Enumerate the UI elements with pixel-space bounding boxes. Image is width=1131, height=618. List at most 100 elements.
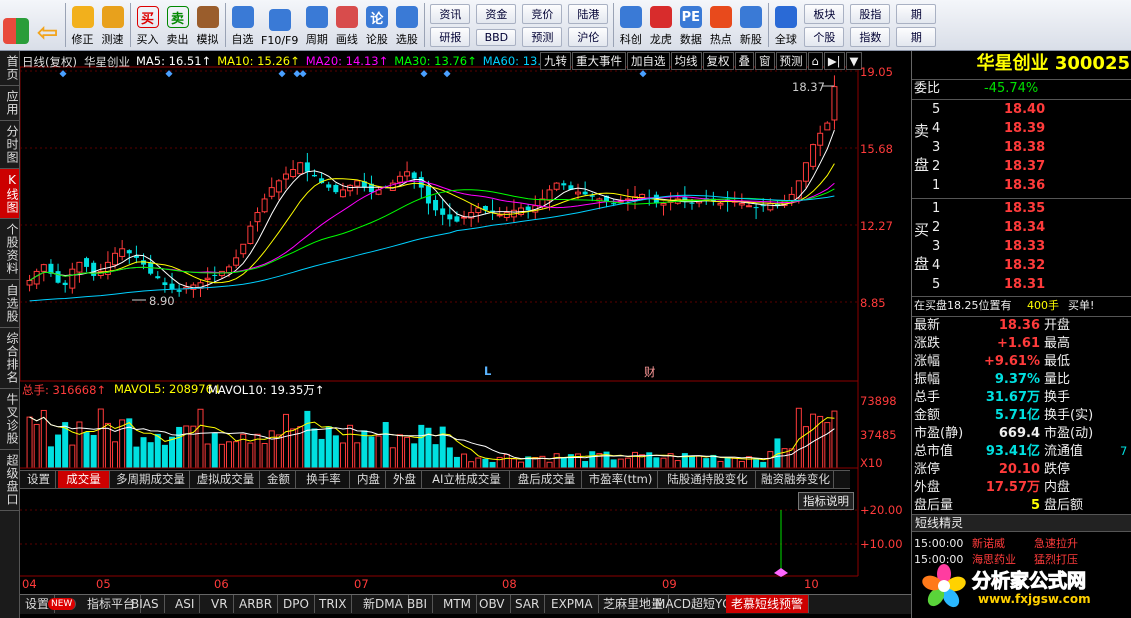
indicator-tab[interactable]: 陆股通持股变化 [660, 471, 756, 488]
orderbook-row[interactable]: 3 18.33 [912, 238, 1131, 256]
toolbar-period-button[interactable]: 周期 [302, 0, 332, 50]
bottom-tab[interactable]: SAR [510, 595, 546, 613]
toolbar-pencil-button[interactable]: 画线 [332, 0, 362, 50]
toolbar-clock-button[interactable]: 测速 [98, 0, 128, 50]
bottom-tab[interactable]: BIAS [126, 595, 165, 613]
toolbar-small-button[interactable]: 沪伦 [568, 26, 609, 47]
toolbar-dragon-button[interactable]: 龙虎 [646, 0, 676, 50]
toolbar-kechuang-button[interactable]: 科创 [616, 0, 646, 50]
orderbook-row[interactable]: 5 18.31 [912, 276, 1131, 294]
marker-l[interactable]: L [484, 364, 491, 378]
bottom-tab[interactable]: BBI [402, 595, 434, 613]
chart-menu-item[interactable]: ⌂ [807, 52, 823, 70]
indicator-tab[interactable]: 内盘 [352, 471, 386, 488]
indicator-tab[interactable]: 多周期成交量 [112, 471, 190, 488]
toolbar-label: 卖出 [166, 33, 189, 46]
chart-menu-item[interactable]: 叠 [734, 52, 754, 70]
toolbar-back-arrow-button[interactable]: ⇦ [33, 0, 63, 50]
toolbar-small-button[interactable]: 期 [896, 3, 937, 24]
marker-financial[interactable]: 财 [644, 364, 656, 380]
left-tab[interactable]: 应用 [0, 86, 19, 121]
toolbar-buy-button[interactable]: 买买入 [133, 0, 163, 50]
toolbar-small-button[interactable]: 股指 [850, 3, 891, 24]
kline-chart-svg[interactable] [20, 51, 911, 591]
indicator-tab[interactable]: 设置 [22, 471, 56, 488]
orderbook-row[interactable]: 3 18.38 [912, 139, 1131, 157]
toolbar-small-button[interactable]: 个股 [804, 26, 845, 47]
orderbook-row[interactable]: 4 18.32 [912, 257, 1131, 275]
period-label[interactable]: 日线(复权) [22, 54, 77, 70]
chart-menu-item[interactable]: ▶| [823, 52, 845, 70]
bottom-tab[interactable]: MACD超短YG [650, 595, 738, 613]
bottom-tab[interactable]: TRIX [314, 595, 353, 613]
bottom-tab[interactable]: DPO [278, 595, 315, 613]
toolbar-small-button[interactable]: 预测 [522, 26, 563, 47]
toolbar-hammer-button[interactable]: 模拟 [193, 0, 223, 50]
chart-menu-item[interactable]: 预测 [775, 52, 807, 70]
left-tab[interactable]: 牛叉诊股 [0, 389, 19, 450]
left-tab[interactable]: 首页 [0, 51, 19, 86]
indicator-tab[interactable]: AI立桩成交量 [424, 471, 510, 488]
bottom-tab[interactable]: OBV [474, 595, 511, 613]
toolbar-small-button[interactable]: BBD [476, 28, 517, 46]
bottom-tab[interactable]: 老慕短线预警 [726, 595, 810, 613]
bottom-tab[interactable]: MTM [438, 595, 478, 613]
orderbook-row[interactable]: 1 18.36 [912, 177, 1131, 195]
chart-menu-item[interactable]: 复权 [702, 52, 734, 70]
toolbar-grid-button[interactable] [0, 0, 33, 50]
left-tab[interactable]: K线图 [0, 169, 19, 219]
orderbook-row[interactable]: 2 18.34 [912, 219, 1131, 237]
toolbar-fix-button[interactable]: 修正 [68, 0, 98, 50]
indicator-tab[interactable]: 虚拟成交量 [192, 471, 260, 488]
toolbar-small-button[interactable]: 研报 [430, 26, 471, 47]
toolbar-f10-button[interactable]: F10/F9 [258, 0, 302, 50]
bottom-tab[interactable]: ARBR [234, 595, 279, 613]
left-tab[interactable]: 分时图 [0, 121, 19, 169]
toolbar-small-button[interactable]: 指数 [850, 26, 891, 47]
chart-menu-item[interactable]: 九转 [540, 52, 571, 70]
volume-bar [47, 446, 54, 469]
left-tab[interactable]: 超级盘口 [0, 450, 19, 511]
indicator-tab[interactable]: 换手率 [298, 471, 350, 488]
orderbook-row[interactable]: 1 18.35 [912, 200, 1131, 218]
short-line-header[interactable]: 短线精灵 [912, 514, 1131, 532]
toolbar-small-button[interactable]: 板块 [804, 3, 845, 24]
indicator-help-button[interactable]: 指标说明 [798, 492, 854, 510]
new-badge[interactable]: NEW [48, 598, 77, 610]
toolbar-small-button[interactable]: 陆港 [568, 3, 609, 24]
chart-menu-item[interactable]: 窗 [755, 52, 775, 70]
toolbar-small-button[interactable]: 资讯 [430, 3, 471, 24]
toolbar-small-button[interactable]: 期 [896, 26, 937, 47]
left-tab[interactable]: 个股资料 [0, 219, 19, 280]
toolbar-star-button[interactable]: 自选 [228, 0, 258, 50]
bottom-tab[interactable]: EXPMA [546, 595, 599, 613]
indicator-tab[interactable]: 融资融券变化 [758, 471, 834, 488]
bottom-tab[interactable]: ASI [170, 595, 201, 613]
indicator-tab[interactable]: 金额 [262, 471, 296, 488]
toolbar-discuss-button[interactable]: 论论股 [362, 0, 392, 50]
toolbar-select-stock-button[interactable]: 选股 [392, 0, 422, 50]
orderbook-row[interactable]: 5 18.40 [912, 101, 1131, 119]
toolbar-globe-button[interactable]: 全球 [771, 0, 801, 50]
chart-menu-item[interactable]: 均线 [670, 52, 702, 70]
left-tab[interactable]: 综合排名 [0, 328, 19, 389]
left-tab[interactable]: 自选股 [0, 280, 19, 328]
toolbar-small-button[interactable]: 资金 [476, 4, 517, 25]
indicator-tab[interactable]: 市盈率(ttm) [584, 471, 658, 488]
chart-menu-item[interactable]: 重大事件 [572, 52, 626, 70]
bottom-tab[interactable]: VR [206, 595, 234, 613]
toolbar-newstock-button[interactable]: 新股 [736, 0, 766, 50]
chart-menu-item[interactable]: 加自选 [627, 52, 670, 70]
toolbar-sell-button[interactable]: 卖卖出 [163, 0, 193, 50]
event-marker-icon[interactable] [443, 70, 451, 78]
event-marker-icon[interactable] [278, 70, 286, 78]
orderbook-row[interactable]: 4 18.39 [912, 120, 1131, 138]
toolbar-small-button[interactable]: 竞价 [522, 3, 563, 24]
toolbar-data-button[interactable]: PE 数据 [676, 0, 706, 50]
orderbook-row[interactable]: 2 18.37 [912, 158, 1131, 176]
toolbar-hot-button[interactable]: 热点 [706, 0, 736, 50]
indicator-tab[interactable]: 盘后成交量 [512, 471, 582, 488]
kline-chart-area[interactable]: 日线(复权) 华星创业 MA5: 16.51↑ MA10: 15.26↑ MA20:… [20, 51, 911, 591]
indicator-tab[interactable]: 成交量 [58, 471, 110, 488]
indicator-tab[interactable]: 外盘 [388, 471, 422, 488]
